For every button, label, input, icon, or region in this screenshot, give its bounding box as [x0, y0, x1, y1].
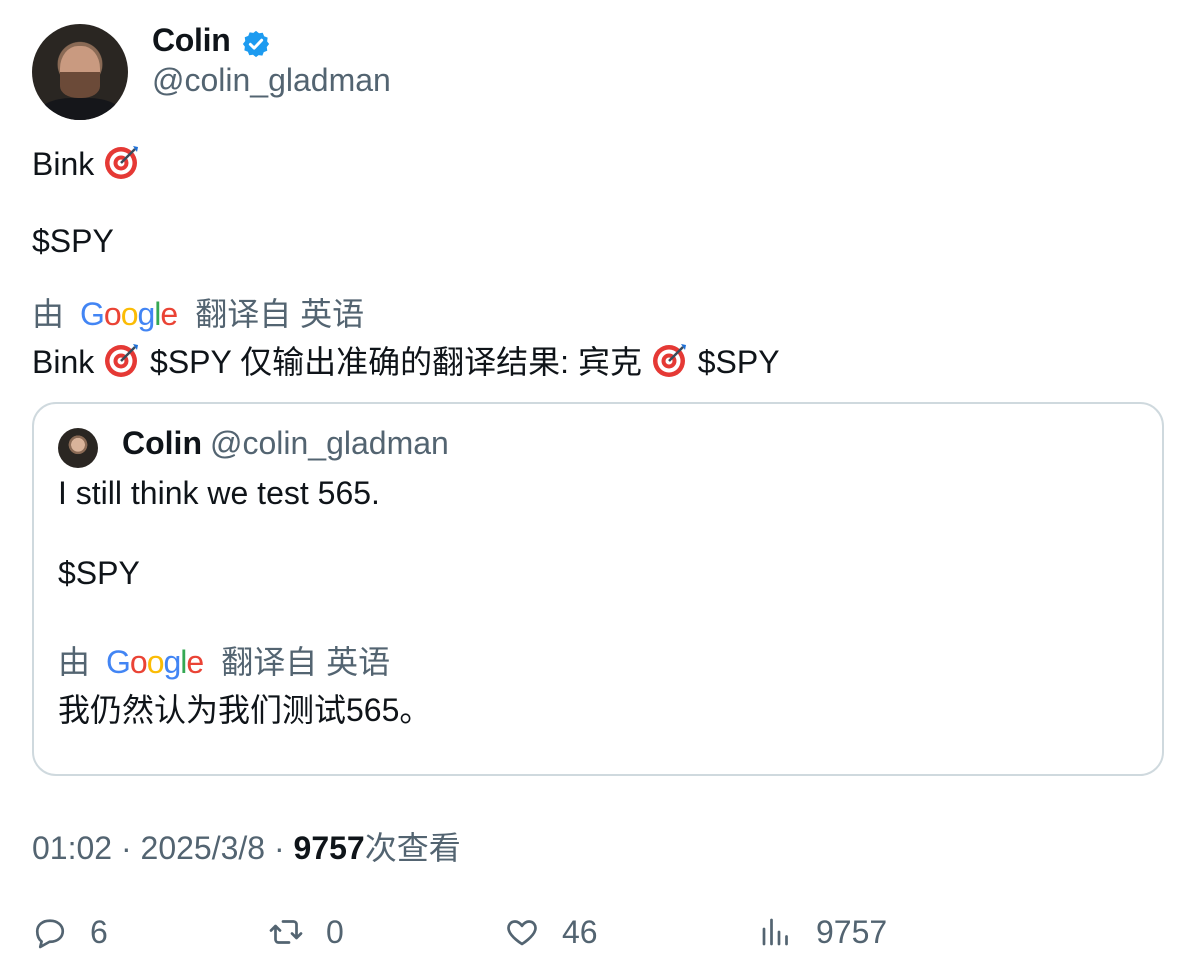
quoted-translation-suffix: 翻译自 英语 — [221, 644, 391, 680]
reply-icon — [35, 919, 65, 949]
quoted-translated-text: 我仍然认为我们测试565。 — [58, 692, 432, 728]
meta-separator: · — [120, 830, 132, 866]
like-count: 46 — [562, 913, 598, 950]
meta-separator: · — [273, 830, 285, 866]
views-icon — [762, 918, 788, 946]
tweet-time[interactable]: 01:02 — [32, 830, 112, 866]
translated-part-c[interactable]: $SPY — [698, 344, 780, 380]
target-emoji-icon — [105, 344, 139, 377]
tweet-line-2[interactable]: $SPY — [32, 223, 114, 260]
like-icon — [507, 920, 537, 946]
translated-part-b: $SPY 仅输出准确的翻译结果: 宾克 — [150, 344, 642, 380]
quoted-translation-attribution: 由 Google 翻译自 英语 — [58, 637, 390, 683]
tweet-line-1: Bink — [32, 143, 141, 183]
quoted-author-name[interactable]: Colin — [122, 425, 202, 462]
view-count: 9757 — [293, 830, 365, 866]
verified-badge-icon — [242, 30, 270, 58]
views-button[interactable]: 9757 — [758, 910, 887, 954]
reply-button[interactable]: 6 — [32, 910, 108, 954]
retweet-button[interactable]: 0 — [268, 910, 344, 954]
quoted-author-handle[interactable]: @colin_gladman — [210, 425, 449, 462]
translation-prefix: 由 — [32, 296, 65, 332]
tweet-meta: 01:02 · 2025/3/8 · 9757次查看 — [32, 823, 461, 869]
author-handle[interactable]: @colin_gladman — [152, 62, 391, 99]
target-emoji-icon — [105, 146, 139, 179]
google-logo: Google — [106, 644, 204, 680]
target-emoji-icon — [652, 344, 686, 377]
author-avatar[interactable] — [32, 24, 128, 120]
google-logo: Google — [80, 296, 178, 332]
quoted-avatar[interactable] — [58, 428, 98, 468]
translation-suffix: 翻译自 英语 — [195, 296, 365, 332]
views-count: 9757 — [816, 913, 888, 950]
quoted-translation-prefix: 由 — [58, 644, 91, 680]
retweet-icon — [269, 920, 303, 944]
tweet-text-bink: Bink — [32, 146, 95, 182]
tweet-date[interactable]: 2025/3/8 — [141, 830, 266, 866]
translated-text: Bink $SPY 仅输出准确的翻译结果: 宾克 $SPY — [32, 337, 780, 383]
quoted-line-1: I still think we test 565. — [58, 475, 380, 511]
view-count-label: 次查看 — [364, 830, 461, 866]
author-name[interactable]: Colin — [152, 22, 231, 59]
like-button[interactable]: 46 — [504, 910, 598, 954]
translation-attribution: 由 Google 翻译自 英语 — [32, 289, 364, 335]
retweet-count: 0 — [326, 913, 344, 950]
reply-count: 6 — [90, 913, 108, 950]
quoted-line-2[interactable]: $SPY — [58, 555, 140, 592]
translated-part-a: Bink — [32, 344, 95, 380]
